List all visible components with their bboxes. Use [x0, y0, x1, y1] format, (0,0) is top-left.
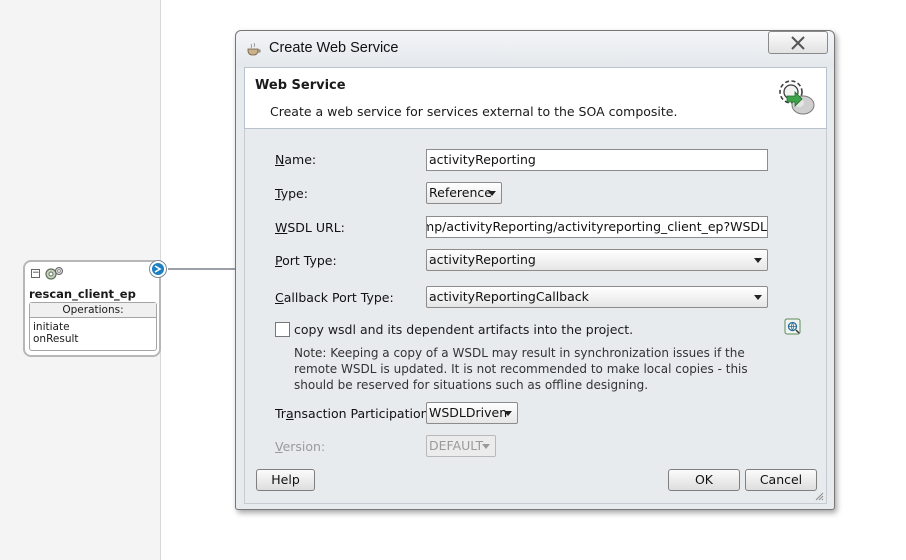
- wsdl-copy-note: Note: Keeping a copy of a WSDL may resul…: [294, 346, 748, 392]
- callback-port-type-select[interactable]: activityReportingCallback: [426, 286, 768, 308]
- transaction-participation-select-value: WSDLDriven: [429, 405, 508, 420]
- type-select[interactable]: Reference: [426, 182, 502, 204]
- port-type-select-value: activityReporting: [429, 252, 536, 267]
- copy-wsdl-checkbox[interactable]: [275, 322, 290, 337]
- wsdl-url-label: WSDL URL:: [275, 220, 345, 235]
- transaction-participation-label: Transaction Participation:: [275, 406, 433, 421]
- operation-item[interactable]: initiate: [30, 321, 156, 333]
- wsdl-url-input[interactable]: es/temp/activityReporting/activityreport…: [426, 216, 768, 238]
- chevron-down-icon: [482, 444, 490, 449]
- callback-port-type-select-value: activityReportingCallback: [429, 289, 589, 304]
- resize-grip-icon[interactable]: [814, 491, 824, 501]
- create-web-service-dialog: Create Web Service Web Service Create a …: [235, 30, 835, 510]
- transaction-participation-select[interactable]: WSDLDriven: [426, 402, 518, 424]
- header-description: Create a web service for services extern…: [270, 104, 678, 119]
- chevron-down-icon: [488, 191, 496, 196]
- version-select-value: DEFAULT: [429, 438, 484, 453]
- service-port-icon[interactable]: [149, 260, 167, 278]
- service-component[interactable]: − rescan_client_ep Operations: initiate …: [23, 260, 161, 357]
- close-icon: [791, 36, 805, 50]
- dialog-title: Create Web Service: [269, 40, 399, 56]
- copy-wsdl-label[interactable]: copy wsdl and its dependent artifacts in…: [294, 322, 633, 337]
- chevron-down-icon: [504, 411, 512, 416]
- gears-icon: [45, 267, 63, 280]
- type-label: Type:: [275, 186, 308, 201]
- ok-button[interactable]: OK: [668, 469, 740, 491]
- web-service-gear-icon: [779, 80, 815, 115]
- operations-header: Operations:: [30, 303, 156, 318]
- collapse-icon[interactable]: −: [31, 269, 40, 278]
- dialog-body: Name: activityReporting Type: Reference …: [244, 129, 827, 504]
- cancel-button[interactable]: Cancel: [745, 469, 817, 491]
- name-input[interactable]: activityReporting: [426, 149, 768, 171]
- callback-port-type-label: Callback Port Type:: [275, 290, 394, 305]
- browse-wsdl-icon[interactable]: [784, 318, 801, 335]
- dialog-header-panel: Web Service Create a web service for ser…: [244, 67, 827, 129]
- name-label: Name:: [275, 152, 317, 167]
- header-title: Web Service: [255, 78, 346, 93]
- wire-connection[interactable]: [168, 268, 238, 270]
- component-title: rescan_client_ep: [29, 287, 136, 301]
- help-button[interactable]: Help: [256, 469, 315, 491]
- close-button[interactable]: [768, 31, 828, 54]
- version-label: Version:: [275, 439, 326, 454]
- chevron-down-icon: [754, 295, 762, 300]
- port-type-label: Port Type:: [275, 253, 337, 268]
- operation-item[interactable]: onResult: [30, 333, 156, 345]
- type-select-value: Reference: [429, 185, 492, 200]
- cup-icon: [247, 42, 261, 56]
- port-type-select[interactable]: activityReporting: [426, 249, 768, 271]
- chevron-down-icon: [754, 258, 762, 263]
- dialog-titlebar[interactable]: Create Web Service: [236, 31, 834, 67]
- operations-box: Operations: initiate onResult: [29, 302, 157, 351]
- version-select: DEFAULT: [426, 435, 496, 457]
